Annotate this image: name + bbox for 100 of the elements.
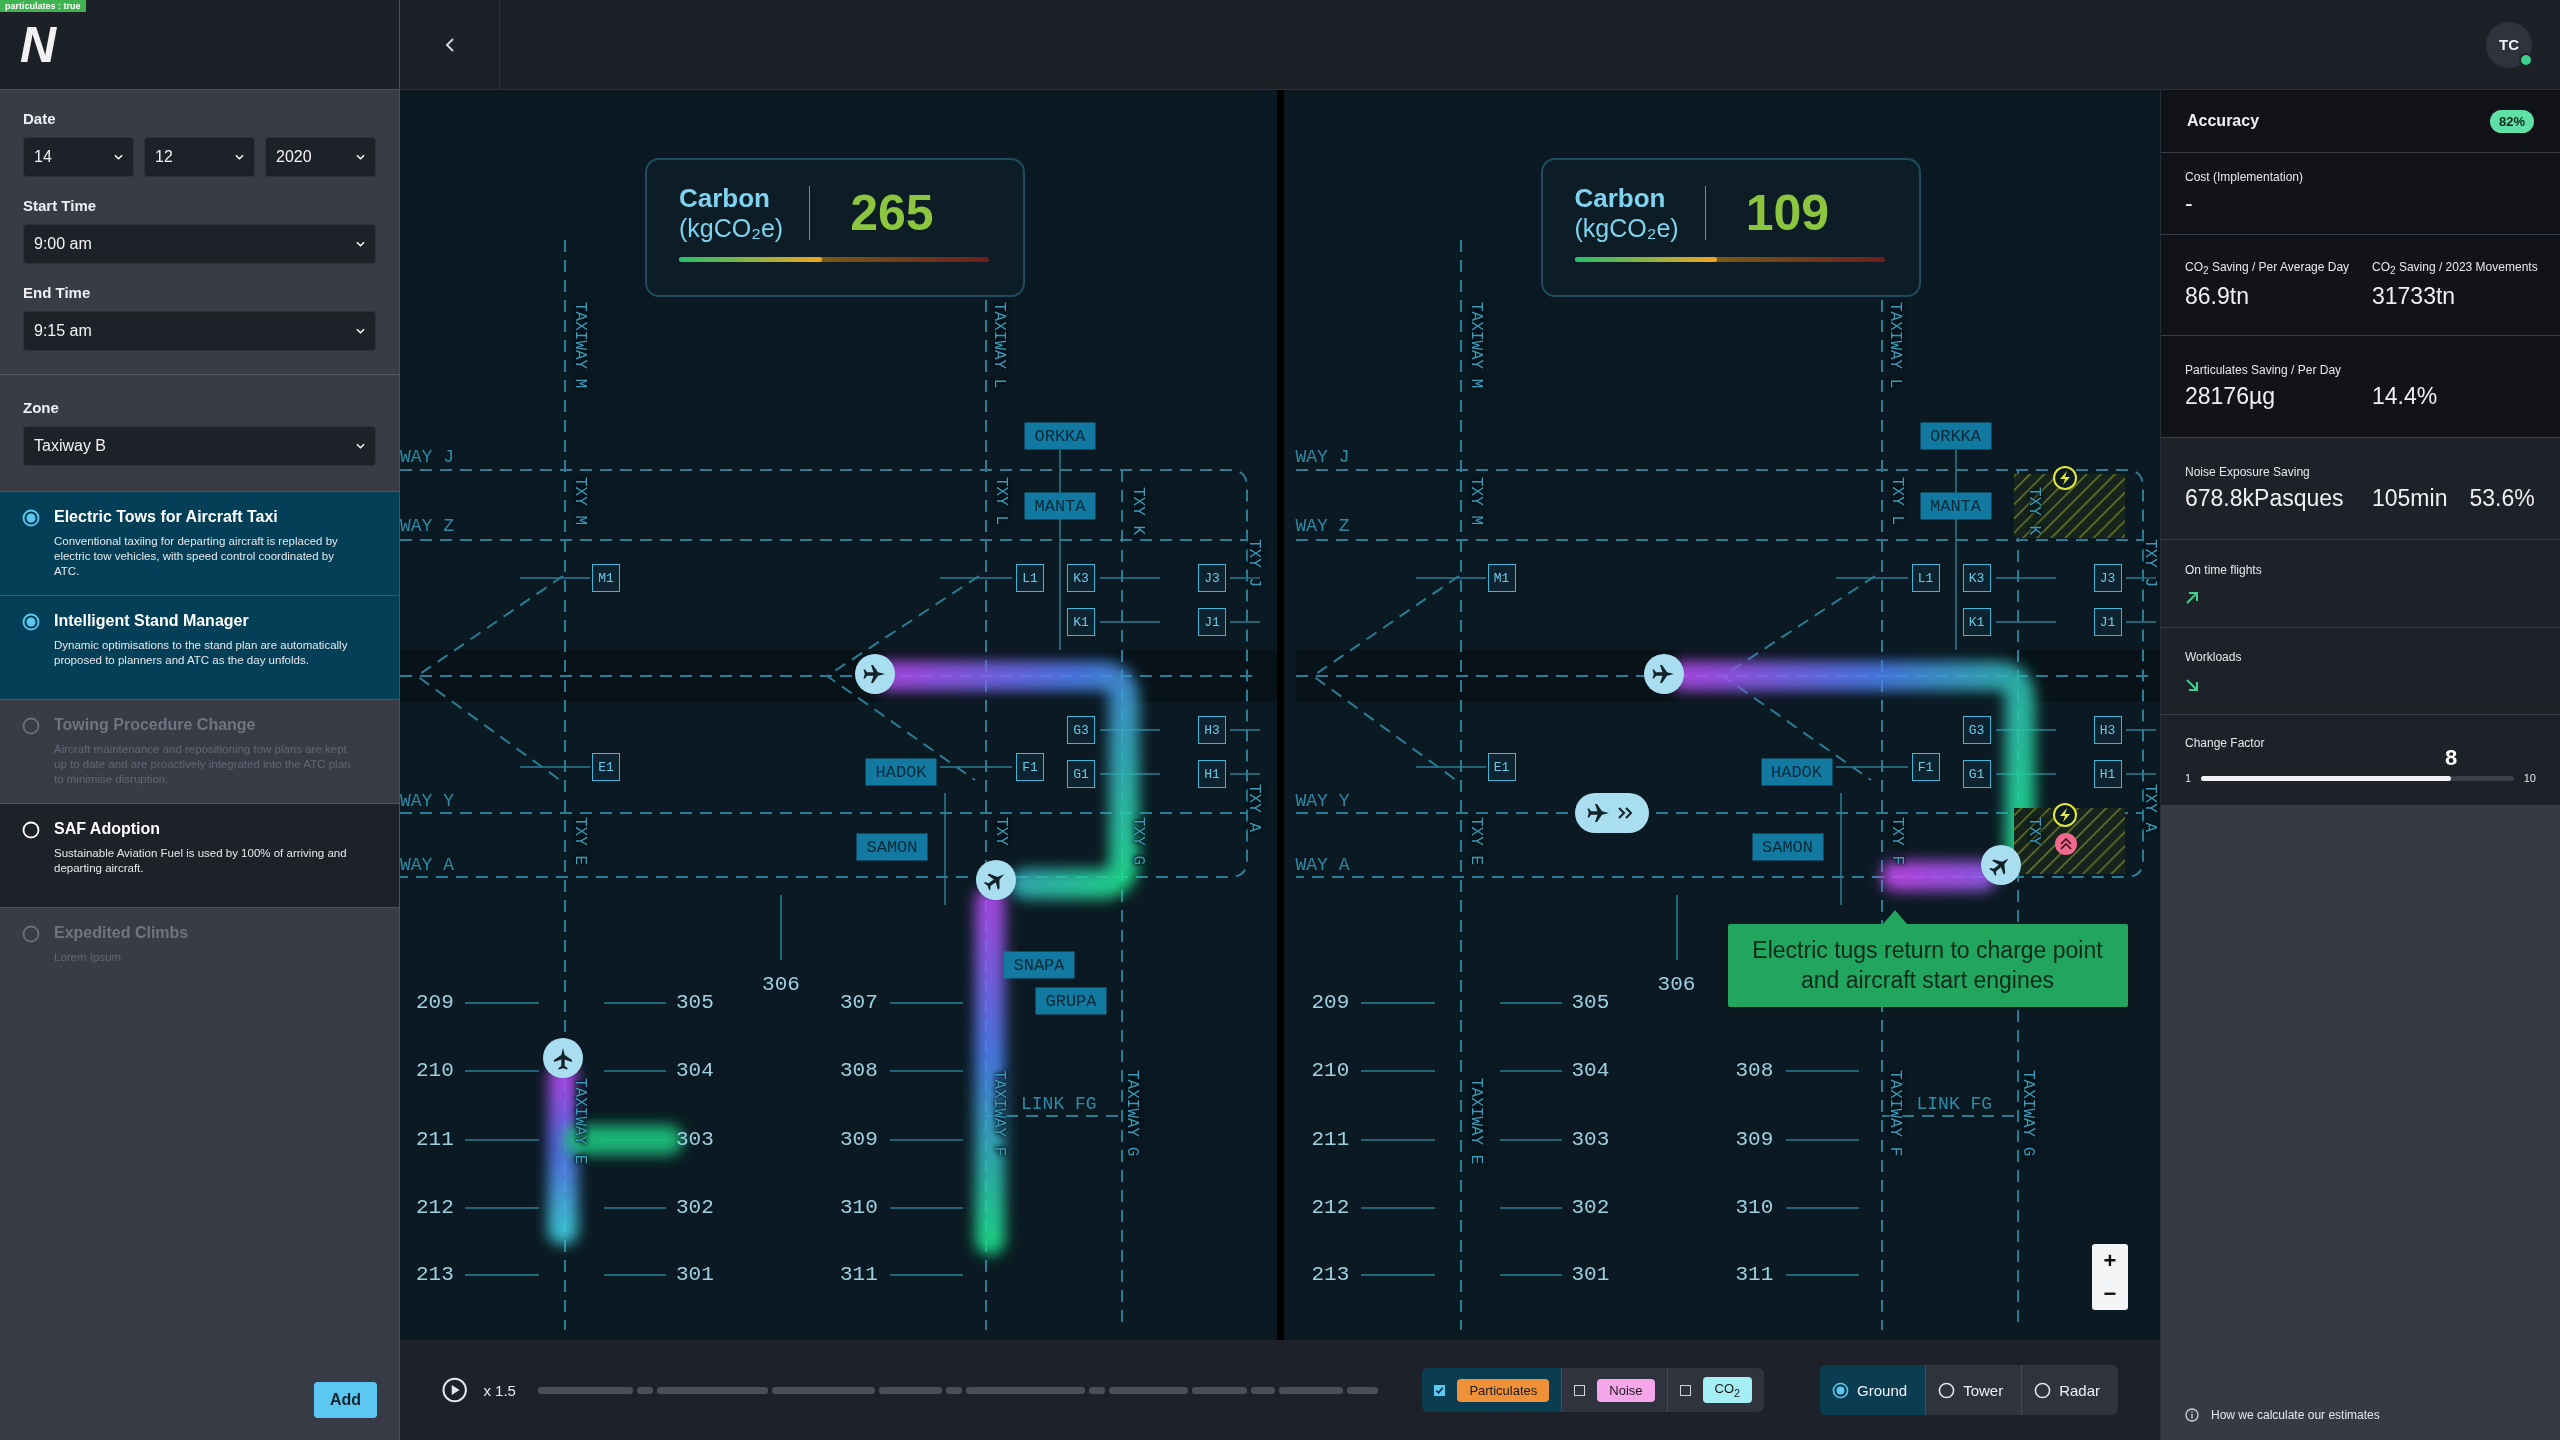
field-label: Start Time <box>23 197 98 214</box>
taxiway-label: TXY <box>992 817 1010 846</box>
stand-number: 308 <box>1735 1058 1774 1084</box>
stand-tag: K3 <box>1067 564 1095 592</box>
waypoint-tag: GRUPA <box>1035 987 1107 1015</box>
month-select[interactable]: 12 <box>144 137 255 177</box>
taxiway-label: WAY J <box>400 447 454 467</box>
stand-number: 304 <box>676 1058 714 1084</box>
taxiway-label: WAY J <box>1295 447 1350 467</box>
metric-label: Workloads <box>2185 650 2243 664</box>
stand-number: 311 <box>840 1262 878 1288</box>
accuracy-label: Accuracy <box>2187 112 2260 130</box>
scenario-item[interactable]: Intelligent Stand Manager Dynamic optimisations to the stand plan are automatically proposed to planners and ATC as the day unfolds. <box>0 595 399 699</box>
scenario-item[interactable]: SAF Adoption Sustainable Aviation Fuel is used by 100% of arriving and departing aircraft. <box>0 803 399 907</box>
stand-tag: H3 <box>1198 716 1226 744</box>
metric-value: 53.6% <box>2469 485 2535 512</box>
stand-tag: H3 <box>2093 716 2122 744</box>
metric-value: 28176µg <box>2185 383 2276 410</box>
metric-value: - <box>2185 190 2194 217</box>
stand-number: 210 <box>1311 1058 1350 1084</box>
taxiway-label: TXY J <box>1245 539 1263 587</box>
carbon-unit: (kgCO₂e) <box>1574 212 1679 243</box>
taxiway-label: TXY A <box>1245 784 1263 832</box>
taxiway-label: TXY M <box>571 477 589 525</box>
layer-tag[interactable]: CO$_{2}$ <box>1702 1377 1753 1403</box>
stand-number: 305 <box>1571 990 1610 1016</box>
taxiway-label: TXY L <box>1887 477 1906 525</box>
waypoint-tag: HADOK <box>1761 758 1832 786</box>
end-time-select[interactable]: 9:15 am <box>23 311 376 351</box>
stand-tag: M1 <box>592 564 620 592</box>
start-time-select[interactable]: 9:00 am <box>23 224 376 264</box>
stand-number: 301 <box>676 1262 714 1288</box>
stand-tag: J1 <box>1198 608 1226 636</box>
stand-tag: G1 <box>1067 760 1095 788</box>
stand-number: 311 <box>1735 1262 1774 1288</box>
taxiway-label: TAXIWAY L <box>1885 302 1904 389</box>
stand-number: 305 <box>676 990 714 1016</box>
scenario-item[interactable]: Electric Tows for Aircraft Taxi Conventional taxiing for departing aircraft is replaced by electric tow vehicles, with speed control coordinated by ATC. <box>0 491 399 595</box>
waypoint-tag: ORKKA <box>1920 422 1991 450</box>
add-button[interactable]: Add <box>313 1382 377 1418</box>
stand-number: 213 <box>1311 1262 1350 1288</box>
stand-tag: F1 <box>1016 753 1044 781</box>
stand-number: 301 <box>1571 1262 1610 1288</box>
stand-number: 213 <box>416 1262 454 1288</box>
layer-tag[interactable]: Noise <box>1597 1378 1655 1402</box>
taxiway-label: TXY G <box>1129 817 1147 865</box>
stand-number: 304 <box>1571 1058 1610 1084</box>
accuracy-badge: 82% <box>2489 109 2534 133</box>
view-option[interactable]: Ground <box>1820 1365 1927 1415</box>
zone-select[interactable]: Taxiway B <box>23 426 376 466</box>
stand-number: 210 <box>416 1058 454 1084</box>
stand-tag: J3 <box>1198 564 1226 592</box>
metric-value: 14.4% <box>2372 383 2438 410</box>
taxiway-label: WAY Z <box>400 516 454 536</box>
stand-number: 309 <box>1735 1127 1774 1153</box>
taxiway-label: TAXIWAY E <box>571 1078 589 1165</box>
field-label: Zone <box>23 399 60 416</box>
stand-tag: E1 <box>592 753 620 781</box>
metric-label: On time flights <box>2185 562 2263 577</box>
view-option[interactable]: Radar <box>2022 1365 2118 1415</box>
carbon-label: Carbon <box>1574 184 1667 213</box>
metric-label: Cost (Implementation) <box>2185 170 2305 184</box>
taxiway-label: TXY J <box>2140 539 2159 587</box>
stand-tag: G3 <box>1962 716 1991 744</box>
stand-number: 211 <box>416 1127 454 1153</box>
waypoint-tag: HADOK <box>865 758 937 786</box>
scenario-description: Dynamic optimisations to the stand plan are automatically proposed to planners and ATC as the day unfolds. <box>54 638 349 668</box>
avatar[interactable]: TC <box>2486 21 2532 68</box>
waypoint-tag: ORKKA <box>1024 422 1096 450</box>
day-select[interactable]: 14 <box>23 137 134 177</box>
stand-number: 302 <box>676 1195 714 1221</box>
taxiway-label: TAXIWAY M <box>1466 302 1485 389</box>
taxiway-label: WAY A <box>1295 855 1350 875</box>
scenario-title: Towing Procedure Change <box>54 716 257 734</box>
taxiway-label: TXY K <box>1129 487 1147 535</box>
taxiway-label: TAXIWAY M <box>571 302 589 389</box>
scenario-title: Expedited Climbs <box>54 924 189 942</box>
info-link[interactable]: How we calculate our estimates <box>2211 1408 2380 1422</box>
stand-tag: K1 <box>1067 608 1095 636</box>
taxiway-label: TXY F <box>1887 817 1906 865</box>
layer-tag[interactable]: Particulates <box>1457 1378 1550 1402</box>
stand-tag: E1 <box>1487 753 1516 781</box>
taxiway-label: TAXIWAY G <box>2018 1070 2037 1157</box>
metric-value: 678.8kPasques <box>2185 485 2345 512</box>
waypoint-tag: MANTA <box>1024 492 1096 520</box>
stand-number: 310 <box>840 1195 878 1221</box>
zoom-out-button[interactable]: − <box>2092 1277 2128 1310</box>
zoom-in-button[interactable]: + <box>2092 1244 2128 1277</box>
taxiway-label: WAY Y <box>1295 791 1350 811</box>
taxiway-label: TAXIWAY L <box>990 302 1008 389</box>
view-option[interactable]: Tower <box>1926 1365 2023 1415</box>
metric-value: 105min <box>2372 485 2448 512</box>
playback-speed[interactable]: x 1.5 <box>483 1381 516 1399</box>
slider-min: 1 <box>2185 772 2192 784</box>
taxiway-label: LINK FG <box>1021 1094 1097 1114</box>
waypoint-tag: SAMON <box>1752 833 1823 861</box>
year-select[interactable]: 2020 <box>265 137 376 177</box>
waypoint-tag: MANTA <box>1920 492 1991 520</box>
scenario-description: Sustainable Aviation Fuel is used by 100% of arriving and departing aircraft. <box>54 846 348 876</box>
taxiway-label: WAY A <box>400 855 454 875</box>
